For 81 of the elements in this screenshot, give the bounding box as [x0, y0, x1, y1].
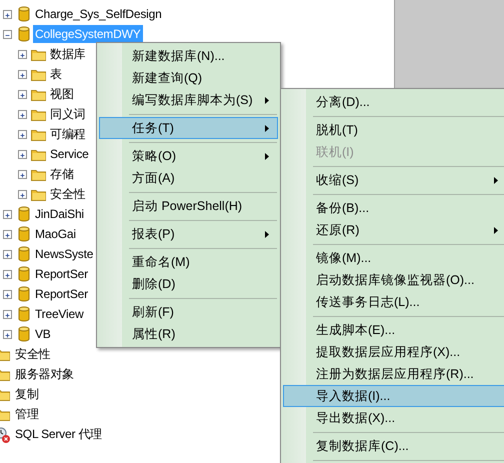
tree-item[interactable]: MaoGai: [33, 225, 78, 243]
tree-item[interactable]: 存储: [48, 165, 76, 183]
tree-item[interactable]: TreeView: [33, 305, 86, 323]
expander-icon[interactable]: [3, 290, 12, 298]
expander-icon[interactable]: [18, 90, 27, 98]
menu-item[interactable]: 任务(T): [99, 117, 278, 139]
expander-icon[interactable]: [3, 230, 12, 238]
menu-item[interactable]: 导入数据(I)...: [283, 385, 504, 407]
menu-item[interactable]: 备份(B)...: [283, 197, 504, 219]
database-icon: [18, 206, 30, 222]
tree-item[interactable]: 视图: [48, 85, 76, 103]
menu-item[interactable]: 启动数据库镜像监视器(O)...: [283, 269, 504, 291]
tree-item[interactable]: 管理: [13, 405, 41, 423]
menu-item[interactable]: 复制数据库(C)...: [283, 435, 504, 457]
menu-item[interactable]: 镜像(M)...: [283, 247, 504, 269]
expander-icon[interactable]: [3, 270, 12, 278]
menu-item[interactable]: 导出数据(X)...: [283, 407, 504, 429]
menu-item[interactable]: 还原(R): [283, 219, 504, 241]
menu-item[interactable]: 策略(O): [99, 145, 278, 167]
expander-icon[interactable]: [3, 10, 12, 18]
tree-item[interactable]: NewsSyste: [33, 245, 96, 263]
tree-item[interactable]: JinDaiShi: [33, 205, 86, 223]
menu-item[interactable]: 新建数据库(N)...: [99, 45, 278, 67]
expander-icon[interactable]: [3, 210, 12, 218]
expander-icon[interactable]: [18, 130, 27, 138]
menu-item[interactable]: 注册为数据层应用程序(R)...: [283, 363, 504, 385]
database-icon: [18, 306, 30, 322]
menu-item[interactable]: 属性(R): [99, 323, 278, 345]
menu-item[interactable]: 方面(A): [99, 167, 278, 189]
menu-item[interactable]: 新建查询(Q): [99, 67, 278, 89]
menu-item[interactable]: 报表(P): [99, 223, 278, 245]
folder-icon: [31, 147, 46, 161]
database-icon: [18, 286, 30, 302]
folder-icon: [31, 47, 46, 61]
tree-item[interactable]: 安全性: [13, 345, 52, 363]
menu-item[interactable]: 脱机(T): [283, 119, 504, 141]
menu-item[interactable]: 提取数据层应用程序(X)...: [283, 341, 504, 363]
menu-item[interactable]: 启动 PowerShell(H): [99, 195, 278, 217]
tree-item[interactable]: 数据库: [48, 45, 88, 63]
tree-item[interactable]: 可编程: [48, 125, 88, 143]
expander-icon[interactable]: [18, 50, 27, 58]
tree-item[interactable]: Service: [48, 145, 91, 163]
database-icon: [18, 6, 30, 22]
tree-item[interactable]: 同义词: [48, 105, 88, 123]
expander-icon[interactable]: [18, 190, 27, 198]
database-icon: [18, 266, 30, 282]
tree-item[interactable]: VB: [33, 325, 53, 343]
folder-icon: [31, 127, 46, 141]
tree-item[interactable]: 安全性: [48, 185, 88, 203]
folder-icon: [31, 187, 46, 201]
tree-item[interactable]: SQL Server 代理: [13, 425, 104, 443]
menu-item[interactable]: 收缩(S): [283, 169, 504, 191]
tree-item[interactable]: 表: [48, 65, 64, 83]
database-icon: [18, 326, 30, 342]
menu-item[interactable]: 重命名(M): [99, 251, 278, 273]
tree-item[interactable]: Charge_Sys_SelfDesign: [33, 5, 164, 23]
menu-item[interactable]: 删除(D): [99, 273, 278, 295]
expander-icon[interactable]: [18, 150, 27, 158]
expander-icon[interactable]: [3, 30, 12, 38]
tree-item[interactable]: ReportSer: [33, 265, 90, 283]
expander-icon[interactable]: [18, 110, 27, 118]
menu-item[interactable]: 刷新(F): [99, 301, 278, 323]
expander-icon[interactable]: [18, 70, 27, 78]
menu-item[interactable]: 分离(D)...: [283, 91, 504, 113]
folder-icon: [31, 167, 46, 181]
expander-icon[interactable]: [18, 170, 27, 178]
folder-icon: [31, 67, 46, 81]
folder-icon: [31, 107, 46, 121]
tree-item[interactable]: 服务器对象: [13, 365, 76, 383]
menu-item[interactable]: 编写数据库脚本为(S): [99, 89, 278, 111]
folder-icon: [31, 87, 46, 101]
database-icon: [18, 226, 30, 242]
database-icon: [18, 26, 30, 42]
database-icon: [18, 246, 30, 262]
tree-item[interactable]: 复制: [13, 385, 41, 403]
expander-icon[interactable]: [3, 250, 12, 258]
expander-icon[interactable]: [3, 310, 12, 318]
menu-item[interactable]: 传送事务日志(L)...: [283, 291, 504, 313]
expander-icon[interactable]: [3, 330, 12, 338]
menu-item[interactable]: 生成脚本(E)...: [283, 319, 504, 341]
tree-item[interactable]: ReportSer: [33, 285, 90, 303]
